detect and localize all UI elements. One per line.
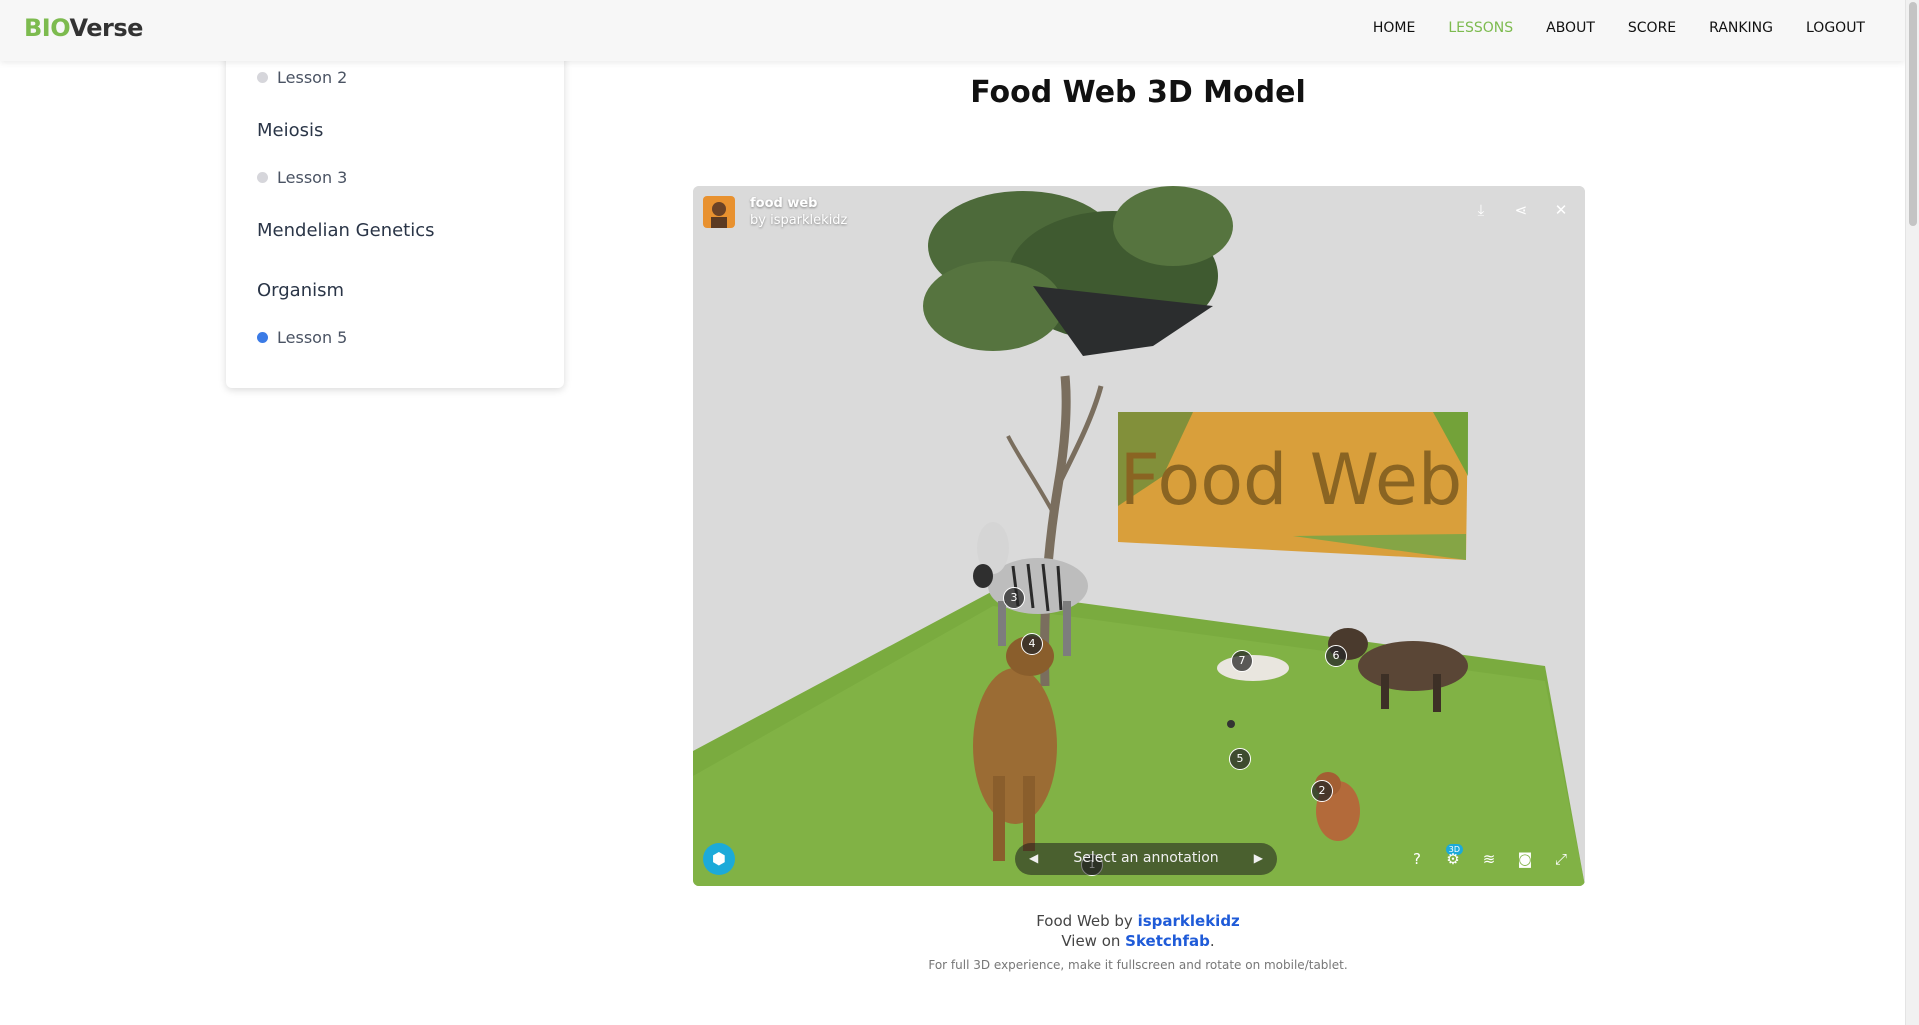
- annotation-marker-4[interactable]: 4: [1021, 633, 1043, 655]
- annotation-marker-2[interactable]: 2: [1311, 780, 1333, 802]
- viewer-top-toolbar: ⤓ ⋖ ✕: [1473, 202, 1569, 218]
- sidebar-topic-meiosis: Meiosis: [257, 120, 324, 141]
- sidebar-item-label: Lesson 3: [277, 168, 348, 187]
- sidebar-item-lesson-5[interactable]: Lesson 5: [257, 328, 347, 347]
- brand-part-verse: Verse: [69, 14, 143, 42]
- sidebar-topic-mendelian-genetics: Mendelian Genetics: [257, 220, 435, 241]
- share-icon[interactable]: ⋖: [1513, 202, 1529, 218]
- model-scene[interactable]: Food Web: [693, 186, 1585, 886]
- next-annotation-button[interactable]: ▶: [1254, 851, 1263, 865]
- settings-gear-icon[interactable]: ⚙: [1445, 851, 1461, 867]
- sign-text: Food Web: [1120, 439, 1463, 521]
- view-on-sketchfab: View on Sketchfab.: [700, 932, 1576, 950]
- page-title: Food Web 3D Model: [970, 75, 1306, 110]
- annotation-navigator: ◀ Select an annotation ▶: [1015, 843, 1277, 875]
- lesson-sidebar: Lesson 2 Meiosis Lesson 3 Mendelian Gene…: [226, 40, 564, 388]
- sketchfab-link[interactable]: Sketchfab: [1125, 932, 1210, 950]
- sketchfab-logo-icon[interactable]: ⬢: [703, 843, 735, 875]
- help-icon[interactable]: ?: [1409, 851, 1425, 867]
- lesson-status-dot: [257, 72, 268, 83]
- author-link[interactable]: isparklekidz: [1138, 912, 1240, 930]
- nav-lessons[interactable]: LESSONS: [1448, 20, 1513, 36]
- nav-about[interactable]: ABOUT: [1546, 20, 1595, 36]
- main-nav: HOME LESSONS ABOUT SCORE RANKING LOGOUT: [1373, 20, 1865, 36]
- annotation-marker-5[interactable]: 5: [1229, 748, 1251, 770]
- model-credit: Food Web by isparklekidz: [700, 912, 1576, 930]
- annotation-marker-6[interactable]: 6: [1325, 645, 1347, 667]
- annotation-marker-7[interactable]: 7: [1231, 650, 1253, 672]
- sketchfab-viewer[interactable]: Food Web 3 4 7 6 5 2 1: [693, 186, 1585, 886]
- scrollbar-thumb[interactable]: [1909, 2, 1917, 226]
- download-icon[interactable]: ⤓: [1473, 202, 1489, 218]
- sidebar-item-lesson-3[interactable]: Lesson 3: [257, 168, 347, 187]
- view-on-suffix: .: [1209, 932, 1215, 950]
- navbar: BIOVerse HOME LESSONS ABOUT SCORE RANKIN…: [0, 0, 1905, 61]
- author-avatar[interactable]: [703, 196, 735, 228]
- brand-part-bio: BIO: [24, 14, 70, 42]
- annotation-marker-3[interactable]: 3: [1003, 587, 1025, 609]
- nav-score[interactable]: SCORE: [1628, 20, 1676, 36]
- lesson-status-dot-active: [257, 332, 268, 343]
- credit-prefix: Food Web by: [1036, 912, 1138, 930]
- nav-logout[interactable]: LOGOUT: [1806, 20, 1865, 36]
- close-icon[interactable]: ✕: [1553, 202, 1569, 218]
- model-author-link[interactable]: by isparklekidz: [750, 213, 847, 228]
- lesson-status-dot: [257, 172, 268, 183]
- page-scrollbar[interactable]: [1905, 0, 1919, 1025]
- fullscreen-note: For full 3D experience, make it fullscre…: [928, 958, 1348, 972]
- model-title-link[interactable]: food web: [750, 196, 817, 211]
- annotation-select-label[interactable]: Select an annotation: [1015, 850, 1277, 866]
- vr-headset-icon[interactable]: ◙: [1517, 851, 1533, 867]
- layers-icon[interactable]: ≋: [1481, 851, 1497, 867]
- sidebar-topic-organism: Organism: [257, 280, 345, 301]
- nav-ranking[interactable]: RANKING: [1709, 20, 1773, 36]
- sidebar-item-lesson-2[interactable]: Lesson 2: [257, 68, 347, 87]
- nav-home[interactable]: HOME: [1373, 20, 1415, 36]
- fullscreen-icon[interactable]: ⤢: [1553, 851, 1569, 867]
- view-on-prefix: View on: [1061, 932, 1126, 950]
- sidebar-item-label: Lesson 2: [277, 68, 348, 87]
- viewer-bottom-toolbar: ? ⚙ ≋ ◙ ⤢: [1409, 851, 1569, 867]
- brand-logo[interactable]: BIOVerse: [24, 14, 143, 42]
- sidebar-item-label: Lesson 5: [277, 328, 348, 347]
